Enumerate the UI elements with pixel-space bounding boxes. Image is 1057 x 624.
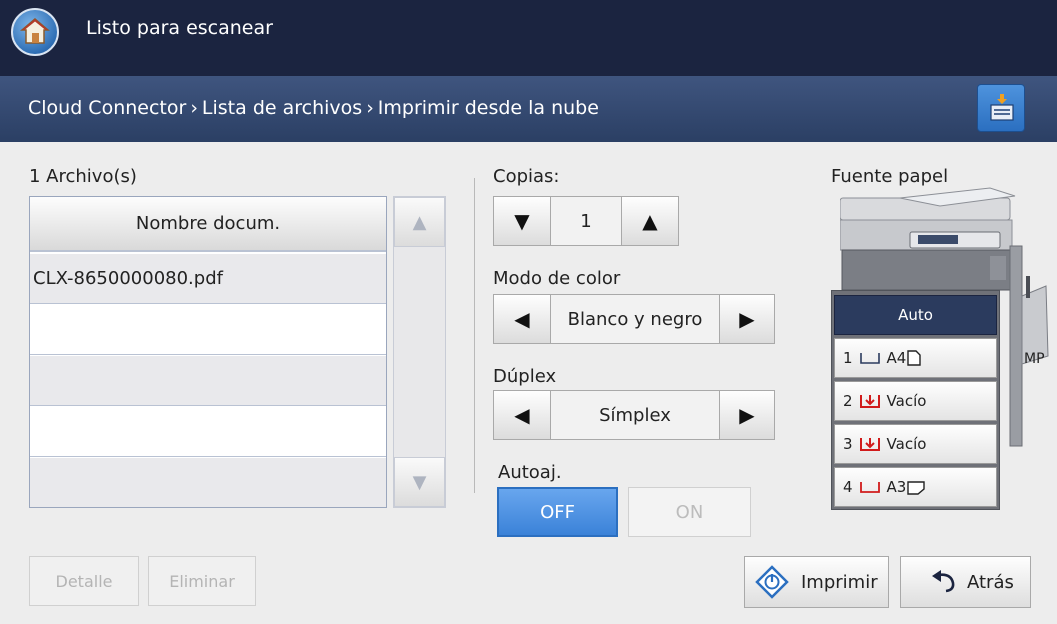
tray-4-button[interactable]: 4 A3 — [834, 467, 997, 507]
print-button[interactable]: Imprimir — [744, 556, 889, 608]
job-queue-button[interactable] — [977, 84, 1025, 132]
list-item[interactable] — [30, 407, 386, 457]
triangle-down-icon: ▼ — [514, 209, 530, 233]
file-count-label: 1 Archivo(s) — [29, 166, 137, 187]
triangle-right-icon: ▶ — [739, 307, 755, 331]
duplex-prev-button[interactable]: ◀ — [493, 390, 551, 440]
tray-number: 1 — [843, 349, 853, 367]
triangle-left-icon: ◀ — [514, 307, 530, 331]
paper-source-label: Fuente papel — [831, 166, 949, 187]
home-icon — [20, 18, 50, 44]
autofit-off-toggle[interactable]: OFF — [497, 487, 618, 537]
mp-tray-label: MP — [1024, 351, 1045, 367]
tray-status: A3 — [886, 478, 907, 496]
tray-auto-button[interactable]: Auto — [834, 295, 997, 335]
tray-number: 4 — [843, 478, 853, 496]
tray-2-button[interactable]: 2 Vacío — [834, 381, 997, 421]
print-start-icon — [755, 565, 789, 599]
triangle-down-icon: ▼ — [412, 471, 427, 493]
copies-increase-button[interactable]: ▲ — [621, 196, 679, 246]
tray-status: Vacío — [886, 435, 927, 453]
color-mode-prev-button[interactable]: ◀ — [493, 294, 551, 344]
duplex-label: Dúplex — [493, 366, 557, 387]
list-item[interactable] — [30, 305, 386, 355]
list-item[interactable] — [30, 356, 386, 406]
autofit-label: Autoaj. — [498, 462, 562, 483]
top-status-bar: Listo para escanear — [0, 0, 1057, 76]
paper-landscape-icon — [907, 481, 926, 495]
triangle-up-icon: ▲ — [412, 211, 427, 233]
breadcrumb-item-cloud-connector[interactable]: Cloud Connector — [28, 97, 186, 119]
detail-button[interactable]: Detalle — [29, 556, 139, 606]
copies-value: 1 — [551, 196, 621, 246]
paper-tray-list: Auto 1 A4 2 Vacío 3 Vacío 4 A3 — [831, 290, 1000, 510]
back-arrow-icon — [932, 570, 955, 593]
chevron-right-icon: › — [366, 97, 374, 119]
breadcrumb-item-file-list[interactable]: Lista de archivos — [202, 97, 362, 119]
tray-empty-icon — [859, 395, 880, 408]
tray-number: 2 — [843, 392, 853, 410]
breadcrumb: Cloud Connector › Lista de archivos › Imprim… — [28, 97, 599, 119]
file-list-scrollbar[interactable]: ▲ ▼ — [393, 196, 446, 508]
tray-1-button[interactable]: 1 A4 — [834, 338, 997, 378]
tray-status: A4 — [886, 349, 907, 367]
scroll-up-button[interactable]: ▲ — [394, 197, 445, 247]
duplex-next-button[interactable]: ▶ — [719, 390, 775, 440]
duplex-value: Símplex — [551, 390, 719, 440]
home-button[interactable] — [11, 8, 59, 56]
job-queue-icon — [990, 94, 1014, 121]
breadcrumb-bar: Cloud Connector › Lista de archivos › Imprim… — [0, 76, 1057, 142]
delete-button[interactable]: Eliminar — [148, 556, 256, 606]
file-list: Nombre docum. CLX-8650000080.pdf — [29, 196, 387, 508]
tray-number: 3 — [843, 435, 853, 453]
color-mode-value: Blanco y negro — [551, 294, 719, 344]
copies-decrease-button[interactable]: ▼ — [493, 196, 551, 246]
column-header-document-name[interactable]: Nombre docum. — [30, 197, 386, 252]
print-button-label: Imprimir — [801, 571, 878, 593]
autofit-on-toggle[interactable]: ON — [628, 487, 751, 537]
scroll-down-button[interactable]: ▼ — [394, 457, 445, 507]
tray-3-button[interactable]: 3 Vacío — [834, 424, 997, 464]
chevron-right-icon: › — [190, 97, 198, 119]
list-item[interactable] — [30, 458, 386, 507]
tray-empty-icon — [859, 438, 880, 451]
back-button[interactable]: Atrás — [900, 556, 1031, 608]
breadcrumb-item-print-from-cloud: Imprimir desde la nube — [377, 97, 599, 119]
section-divider — [474, 178, 475, 493]
paper-portrait-icon — [907, 350, 922, 366]
list-item[interactable]: CLX-8650000080.pdf — [30, 254, 386, 304]
triangle-up-icon: ▲ — [642, 209, 658, 233]
tray-status: Vacío — [886, 392, 927, 410]
color-mode-label: Modo de color — [493, 268, 621, 289]
triangle-left-icon: ◀ — [514, 403, 530, 427]
tray-loaded-icon — [859, 353, 880, 364]
back-button-label: Atrás — [967, 571, 1014, 593]
tray-low-icon — [859, 482, 880, 493]
copies-label: Copias: — [493, 166, 560, 187]
status-title: Listo para escanear — [86, 17, 273, 39]
triangle-right-icon: ▶ — [739, 403, 755, 427]
color-mode-next-button[interactable]: ▶ — [719, 294, 775, 344]
